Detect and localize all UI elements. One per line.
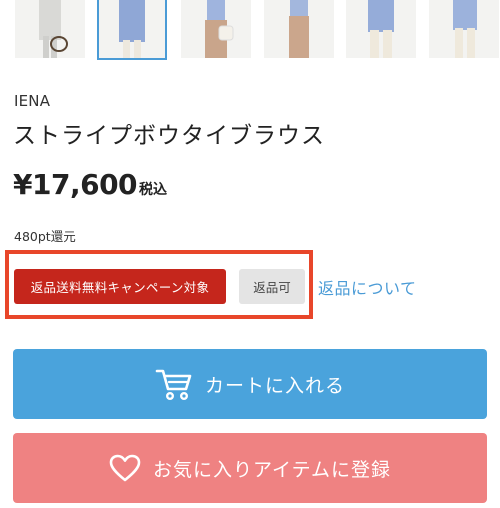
cart-icon: [155, 367, 193, 401]
tax-label: 税込: [139, 182, 168, 198]
thumbnail-strip: [0, 0, 500, 64]
product-thumbnail[interactable]: [346, 0, 416, 58]
campaign-badge: 返品送料無料キャンペーン対象: [14, 269, 226, 304]
heart-icon: [109, 454, 141, 482]
thumbnail-image: [39, 0, 68, 58]
add-to-cart-label: カートに入れる: [204, 374, 345, 397]
product-thumbnail[interactable]: [181, 0, 251, 58]
thumbnail-image: [453, 0, 477, 58]
add-to-favorites-button[interactable]: お気に入りアイテムに登録: [13, 433, 487, 503]
brand-name[interactable]: IENA: [14, 92, 50, 110]
product-thumbnail-selected[interactable]: [97, 0, 167, 60]
thumbnail-image: [119, 0, 145, 58]
return-policy-link[interactable]: 返品について: [318, 275, 417, 299]
thumbnail-image: [205, 0, 234, 58]
add-to-cart-button[interactable]: カートに入れる: [13, 349, 487, 419]
thumbnail-image: [368, 0, 394, 58]
product-thumbnail[interactable]: [429, 0, 499, 58]
product-price: ¥17,600: [13, 168, 138, 201]
product-thumbnail[interactable]: [15, 0, 85, 58]
add-to-favorites-label: お気に入りアイテムに登録: [152, 458, 392, 481]
price-row: ¥17,600 税込: [13, 168, 167, 201]
points-reward: 480pt還元: [14, 229, 76, 244]
returnable-badge: 返品可: [239, 269, 305, 304]
thumbnail-image: [289, 0, 309, 58]
product-title: ストライプボウタイブラウス: [13, 123, 325, 149]
product-thumbnail[interactable]: [264, 0, 334, 58]
